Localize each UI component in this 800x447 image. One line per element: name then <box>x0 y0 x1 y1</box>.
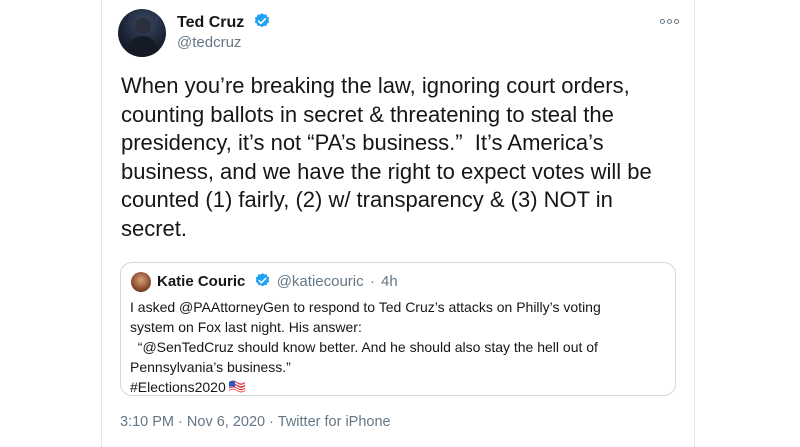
quote-text: I asked @PAAttorneyGen to respond to Ted… <box>130 297 670 397</box>
tweet-date[interactable]: Nov 6, 2020 <box>187 414 265 430</box>
quote-header: Katie Couric @katiecouric · 4h <box>157 272 398 290</box>
us-flag-emoji-icon <box>228 380 246 393</box>
author-handle[interactable]: @tedcruz <box>177 34 241 51</box>
meta-separator: · <box>269 414 274 430</box>
tweet-text: When you’re breaking the law, ignoring c… <box>121 73 652 241</box>
verified-badge-icon <box>254 13 269 28</box>
more-dot <box>666 18 672 24</box>
tweet-time[interactable]: 3:10 PM <box>120 414 174 430</box>
quote-timestamp[interactable]: 4h <box>381 273 398 290</box>
author-name-text: Ted Cruz <box>177 14 245 31</box>
quote-author-avatar[interactable] <box>131 272 151 292</box>
meta-separator: · <box>178 414 183 430</box>
more-dot <box>659 18 665 24</box>
quote-text-body: I asked @PAAttorneyGen to respond to Ted… <box>130 299 601 395</box>
tweet-metadata: 3:10 PM · Nov 6, 2020 · Twitter for iPho… <box>120 414 391 430</box>
tweet-source[interactable]: Twitter for iPhone <box>278 414 391 430</box>
author-name[interactable]: Ted Cruz <box>177 12 271 32</box>
author-avatar[interactable] <box>118 9 166 57</box>
more-options-icon[interactable] <box>657 14 681 28</box>
quoted-tweet[interactable]: Katie Couric @katiecouric · 4h I asked @… <box>120 262 676 396</box>
quote-author-handle[interactable]: @katiecouric <box>277 273 364 290</box>
quote-author-name[interactable]: Katie Couric <box>157 273 245 290</box>
quote-separator: · <box>369 273 375 290</box>
more-dot <box>673 18 679 24</box>
verified-badge-icon <box>255 273 269 287</box>
